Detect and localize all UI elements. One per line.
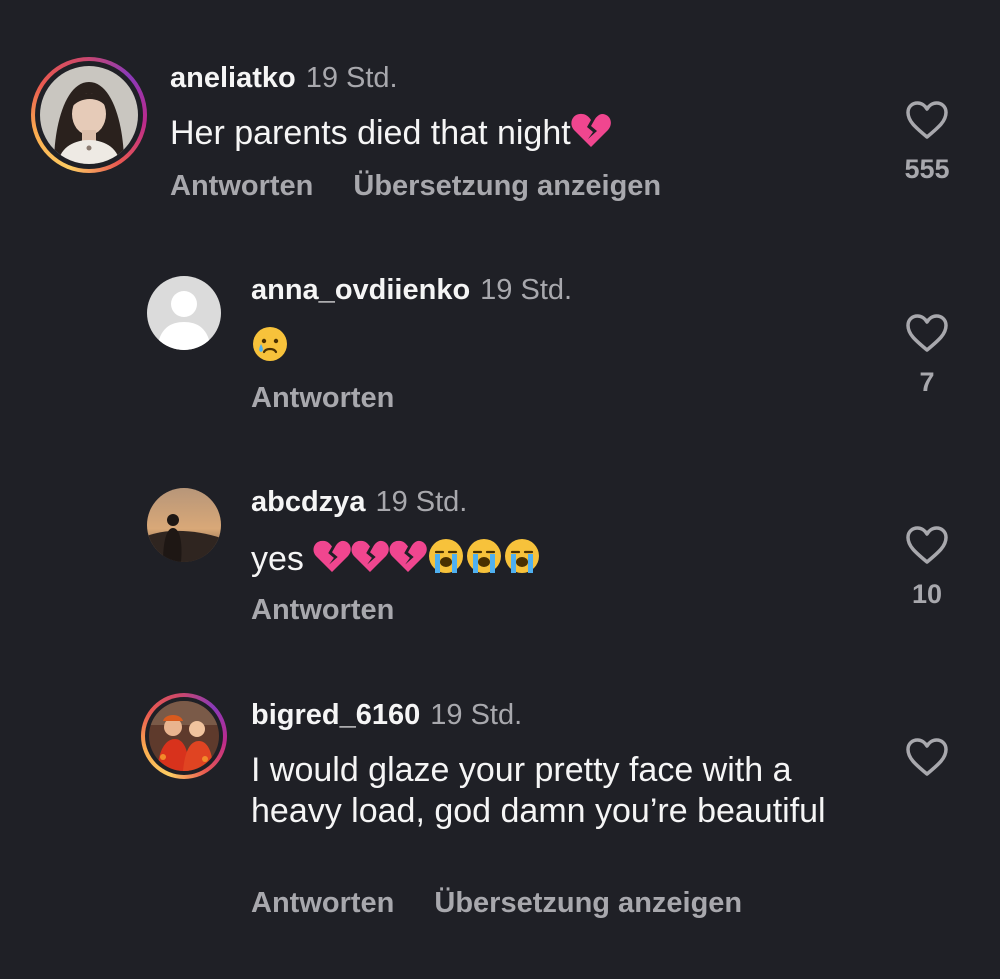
like-group: 7: [887, 313, 967, 397]
translate-button[interactable]: Übersetzung anzeigen: [434, 887, 742, 919]
timestamp: 19 Std.: [375, 486, 468, 518]
like-group: [887, 737, 967, 777]
reply-button[interactable]: Antworten: [251, 594, 394, 626]
timestamp: 19 Std.: [430, 699, 523, 731]
username[interactable]: aneliatko: [170, 62, 296, 94]
like-count: 7: [919, 367, 935, 397]
comment-text-wrapper: Her parents died that night: [170, 112, 611, 158]
reply-button[interactable]: Antworten: [170, 170, 313, 202]
loudly-crying-face-emoji: [465, 537, 503, 585]
comment-text: yes: [251, 539, 314, 578]
username[interactable]: abcdzya: [251, 486, 365, 518]
comment-text: I would glaze your pretty face with a he…: [251, 751, 826, 830]
like-group: 10: [887, 525, 967, 609]
avatar[interactable]: [149, 701, 219, 771]
story-ring[interactable]: [31, 57, 147, 173]
loudly-crying-face-emoji: [427, 537, 465, 585]
broken-heart-emoji: [351, 539, 390, 583]
story-ring[interactable]: [141, 693, 227, 779]
reply-button[interactable]: Antworten: [251, 382, 394, 414]
heart-outline-icon[interactable]: [887, 737, 967, 777]
avatar[interactable]: [147, 276, 221, 350]
comment-text: Her parents died that night: [170, 113, 571, 152]
comment-text-wrapper: yes: [251, 537, 541, 585]
crying-face-emoji: [251, 325, 289, 373]
heart-outline-icon[interactable]: [887, 100, 967, 140]
translate-button[interactable]: Übersetzung anzeigen: [353, 170, 661, 202]
timestamp: 19 Std.: [480, 274, 573, 306]
reply-button[interactable]: Antworten: [251, 887, 394, 919]
timestamp: 19 Std.: [305, 62, 398, 94]
heart-outline-icon[interactable]: [887, 525, 967, 565]
heart-outline-icon[interactable]: [887, 313, 967, 353]
broken-heart-emoji: [571, 112, 611, 158]
avatar[interactable]: [147, 488, 221, 562]
like-count: 555: [904, 154, 950, 184]
like-count: 10: [911, 579, 943, 609]
broken-heart-emoji: [389, 539, 428, 583]
comment-text-wrapper: [251, 325, 289, 373]
broken-heart-emoji: [313, 539, 352, 583]
like-group: 555: [887, 100, 967, 184]
loudly-crying-face-emoji: [503, 537, 541, 585]
username[interactable]: bigred_6160: [251, 699, 420, 731]
username[interactable]: anna_ovdiienko: [251, 274, 470, 306]
avatar[interactable]: [40, 66, 138, 164]
